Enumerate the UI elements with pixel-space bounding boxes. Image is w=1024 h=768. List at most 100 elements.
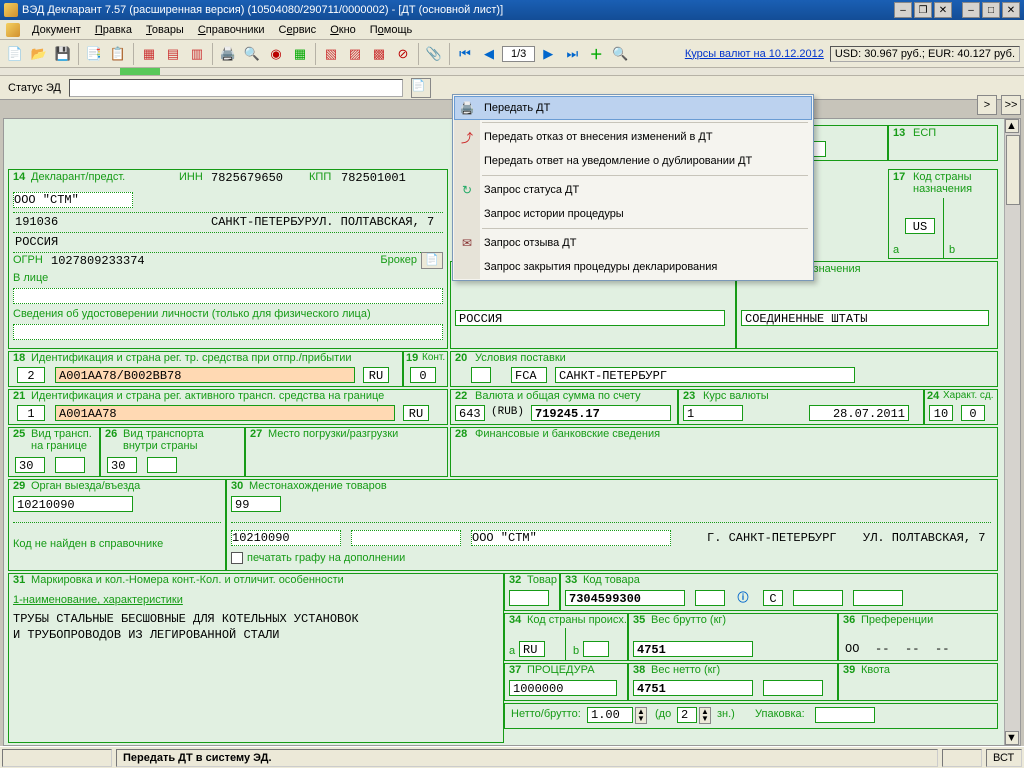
pager-next-icon[interactable]: ▶ [537,43,559,65]
g14-inn[interactable]: 7825679650 [209,170,285,186]
g30-blank[interactable] [351,530,461,546]
child-minimize-button[interactable]: – [894,2,912,18]
pager-last-icon[interactable]: ⏭ [561,43,583,65]
g33-v[interactable]: 7304599300 [565,590,685,606]
g37-v[interactable]: 1000000 [509,680,617,696]
pager-first-icon[interactable]: ⏮ [454,43,476,65]
g31-text2[interactable]: И ТРУБОПРОВОДОВ ИЗ ЛЕГИРОВАННОЙ СТАЛИ [13,628,279,642]
g31-sub[interactable]: 1-наименование, характеристики [13,594,183,606]
toolbar-open-icon[interactable]: 📂 [28,43,50,65]
menu-req-close[interactable]: Запрос закрытия процедуры декларирования [454,255,812,279]
g20-blank[interactable] [471,367,491,383]
menu-window[interactable]: Окно [324,22,362,38]
menu-goods[interactable]: Товары [140,22,190,38]
vertical-scrollbar[interactable]: ▲▼ [1004,119,1020,745]
toolbar-print-icon[interactable]: 🖨️ [217,43,239,65]
toolbar-attach-icon[interactable]: 📎 [423,43,445,65]
g38-v[interactable]: 4751 [633,680,753,696]
toolbar-red-icon[interactable]: ◉ [265,43,287,65]
g30-code[interactable]: 10210090 [231,530,341,546]
menu-send-reply[interactable]: Передать ответ на уведомление о дублиров… [454,149,812,173]
g26-b[interactable] [147,457,177,473]
g33-s[interactable]: С [763,590,783,606]
nb-value[interactable] [587,707,633,723]
g24-v2[interactable]: 0 [961,405,985,421]
g25-v[interactable]: 30 [15,457,45,473]
menu-document[interactable]: Документ [26,22,87,38]
toolbar-grid2-icon[interactable]: ▤ [162,43,184,65]
g18-cnt[interactable]: 2 [17,367,45,383]
g33-b3[interactable] [853,590,903,606]
toolbar-save-icon[interactable]: 💾 [52,43,74,65]
g14-country[interactable]: РОССИЯ [13,234,60,250]
menu-help[interactable]: Помощь [364,22,419,38]
menu-send-dt[interactable]: 🖨️ Передать ДТ [454,96,812,120]
menu-send-refuse[interactable]: ⤴ Передать отказ от внесения изменений в… [454,125,812,149]
g14-vlice-field[interactable] [13,288,443,304]
g18-value[interactable]: A001AA78/B002BB78 [55,367,355,383]
g32-v[interactable] [509,590,549,606]
toolbar-t2-icon[interactable]: ▨ [344,43,366,65]
g17a-value[interactable]: СОЕДИНЕННЫЕ ШТАТЫ [741,310,989,326]
g34-v[interactable]: RU [519,641,545,657]
g22-sum[interactable]: 719245.17 [531,405,671,421]
g21-value[interactable]: A001AA78 [55,405,395,421]
pager-prev-icon[interactable]: ◀ [478,43,500,65]
toolbar-new-icon[interactable]: 📄 [4,43,26,65]
g31-text1[interactable]: ТРУБЫ СТАЛЬНЫЕ БЕСШОВНЫЕ ДЛЯ КОТЕЛЬНЫХ У… [13,612,359,626]
g30-print-checkbox[interactable] [231,552,243,564]
g23-date[interactable]: 28.07.2011 [809,405,909,421]
g34-vb[interactable] [583,641,609,657]
g14-addr[interactable]: САНКТ-ПЕТЕРБУРУЛ. ПОЛТАВСКАЯ, 7 [209,214,436,230]
g20-city[interactable]: САНКТ-ПЕТЕРБУРГ [555,367,855,383]
g33-b1[interactable] [695,590,725,606]
g38-b[interactable] [763,680,823,696]
status-ed-input[interactable] [69,79,403,97]
g20-term[interactable]: FCA [511,367,547,383]
g36-v1[interactable]: ОО [845,642,859,656]
g22-code[interactable]: 643 [455,405,485,421]
status-sheet-button[interactable]: 📄 [411,78,431,98]
child-close-button[interactable]: ✕ [934,2,952,18]
rates-link[interactable]: Курсы валют на 10.12.2012 [685,48,824,60]
g16-value[interactable]: РОССИЯ [455,310,725,326]
g30-org[interactable]: ООО "СТМ" [471,530,671,546]
pager-glass-icon[interactable]: 🔍 [609,43,631,65]
g14-kpp[interactable]: 782501001 [339,170,408,186]
toolbar-doc-icon[interactable]: 📋 [107,43,129,65]
g25-b[interactable] [55,457,85,473]
toolbar-copy-icon[interactable]: 📑 [83,43,105,65]
g14-ogrn[interactable]: 1027809233374 [49,253,147,269]
g24-v1[interactable]: 10 [929,405,953,421]
close-button[interactable]: ✕ [1002,2,1020,18]
toolbar-grid3-icon[interactable]: ▥ [186,43,208,65]
pack-value[interactable] [815,707,875,723]
pager-add-icon[interactable]: ＋ [585,43,607,65]
g14-broker-button[interactable]: 📄 [421,252,443,269]
g36-v4[interactable]: -- [935,642,949,656]
do-spinner[interactable]: ▲▼ [699,707,711,724]
menu-req-history[interactable]: Запрос истории процедуры [454,202,812,226]
g14-org[interactable]: ООО "СТМ" [13,192,133,208]
toolbar-excel-icon[interactable]: ▦ [289,43,311,65]
toolbar-cancel-icon[interactable]: ⊘ [392,43,414,65]
maximize-button[interactable]: □ [982,2,1000,18]
menu-refs[interactable]: Справочники [192,22,271,38]
info-icon[interactable]: ⓘ [735,589,751,605]
g19-value[interactable]: 0 [410,367,436,383]
nb-do-value[interactable] [677,707,697,723]
g33-b2[interactable] [793,590,843,606]
g35-v[interactable]: 4751 [633,641,753,657]
g14-index[interactable]: 191036 [13,214,60,230]
g36-v2[interactable]: -- [875,642,889,656]
g30-v[interactable]: 99 [231,496,281,512]
menu-edit[interactable]: Правка [89,22,138,38]
menu-req-status[interactable]: ↻ Запрос статуса ДТ [454,178,812,202]
toolbar-t1-icon[interactable]: ▧ [320,43,342,65]
g26-v[interactable]: 30 [107,457,137,473]
toolbar-t3-icon[interactable]: ▩ [368,43,390,65]
minimize-button[interactable]: – [962,2,980,18]
g17-value[interactable]: US [905,218,935,234]
g21-cnt[interactable]: 1 [17,405,45,421]
g29-v[interactable]: 10210090 [13,496,133,512]
